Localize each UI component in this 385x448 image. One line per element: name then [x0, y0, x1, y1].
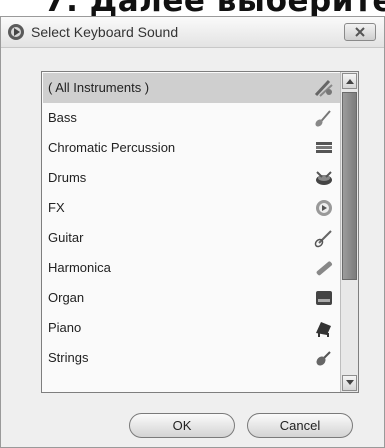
violin-icon: [313, 347, 335, 369]
list-item[interactable]: Bass: [43, 103, 340, 133]
arrow-down-icon: [346, 380, 354, 385]
fx-icon: [313, 197, 335, 219]
list-item[interactable]: Strings: [43, 343, 340, 373]
organ-icon: [313, 287, 335, 309]
drum-kit-icon: [313, 167, 335, 189]
arrow-up-icon: [346, 79, 354, 84]
piano-icon: [313, 317, 335, 339]
vertical-scrollbar[interactable]: [340, 72, 358, 392]
list-item[interactable]: Drums: [43, 163, 340, 193]
list-item-label: Guitar: [48, 230, 84, 245]
list-item-label: Piano: [48, 320, 82, 335]
list-item[interactable]: Chromatic Percussion: [43, 133, 340, 163]
scroll-up-button[interactable]: [342, 73, 357, 89]
select-keyboard-sound-dialog: Select Keyboard Sound ( All Instruments …: [0, 16, 385, 448]
list-item[interactable]: Organ: [43, 283, 340, 313]
list-item[interactable]: ( All Instruments ): [43, 73, 340, 103]
ok-button[interactable]: OK: [129, 413, 235, 438]
instrument-rows: ( All Instruments ) Bass Chromatic Percuss…: [43, 73, 340, 373]
list-item[interactable]: Piano: [43, 313, 340, 343]
guitar-icon: [313, 227, 335, 249]
harmonica-icon: [313, 257, 335, 279]
instrument-list[interactable]: ( All Instruments ) Bass Chromatic Percuss…: [41, 71, 359, 393]
cancel-button[interactable]: Cancel: [247, 413, 353, 438]
window-title: Select Keyboard Sound: [31, 24, 179, 40]
list-item-label: Organ: [48, 290, 85, 305]
list-item[interactable]: Harmonica: [43, 253, 340, 283]
list-item-label: ( All Instruments ): [48, 80, 150, 95]
list-item[interactable]: FX: [43, 193, 340, 223]
app-icon: [7, 23, 25, 41]
scroll-down-button[interactable]: [342, 375, 357, 391]
title-bar: Select Keyboard Sound: [1, 17, 384, 48]
list-item-label: FX: [48, 200, 65, 215]
xylophone-icon: [313, 137, 335, 159]
all-instruments-icon: [313, 77, 335, 99]
close-button[interactable]: [344, 23, 376, 41]
list-item-label: Strings: [48, 350, 89, 365]
list-item[interactable]: Guitar: [43, 223, 340, 253]
bass-guitar-icon: [313, 107, 335, 129]
list-item-label: Harmonica: [48, 260, 111, 275]
list-item-label: Drums: [48, 170, 87, 185]
list-item-label: Bass: [48, 110, 77, 125]
scrollbar-thumb[interactable]: [342, 92, 357, 280]
close-icon: [355, 27, 365, 37]
list-item-label: Chromatic Percussion: [48, 140, 176, 155]
